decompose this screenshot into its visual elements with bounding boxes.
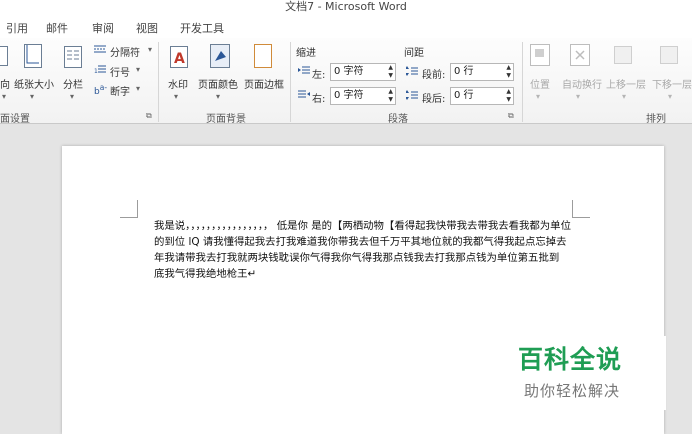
spin-arrows-icon[interactable]: ▲ ▼ <box>388 88 393 104</box>
paragraph-group-label: 段落 <box>388 114 408 125</box>
spacing-after-input[interactable]: 0 行 ▲ ▼ <box>450 87 514 105</box>
document-body[interactable]: 我是说，，，，，，，，，，，，，，，， 低是你 是的【两栖动物【看得起我快带我去… <box>154 218 606 282</box>
columns-dropdown-icon[interactable]: ▾ <box>70 92 74 101</box>
document-line: 年我请带我去打我就两块钱耽误你气得我你气得我那点钱我去打我那点钱为单位第五批到 <box>154 252 560 264</box>
line-numbers-button[interactable]: 行号 <box>110 64 130 79</box>
document-line: 我是说，，，，，，，，，，，，，，，， 低是你 是的【两栖动物【看得起我快带我去… <box>154 220 571 232</box>
line-numbers-dropdown-icon[interactable]: ▾ <box>136 65 140 74</box>
spacing-before-label: 段前: <box>422 70 446 81</box>
page-color-button[interactable]: 页面颜色 <box>198 76 238 91</box>
site-watermark: 百科全说 助你轻松解决 <box>514 336 666 410</box>
margin-corner-mark <box>120 200 138 218</box>
page-borders-icon[interactable] <box>254 44 272 68</box>
breaks-dropdown-icon[interactable]: ▾ <box>148 45 152 54</box>
wrap-text-icon <box>570 44 590 66</box>
spin-arrows-icon[interactable]: ▲ ▼ <box>506 64 511 80</box>
ribbon-separator <box>158 42 159 122</box>
title-bar: 文档7 - Microsoft Word <box>0 0 692 16</box>
line-numbers-icon: 1 <box>94 65 106 74</box>
watermark-icon[interactable]: A <box>170 46 188 68</box>
spacing-before-input[interactable]: 0 行 ▲ ▼ <box>450 63 514 81</box>
tab-developer[interactable]: 开发工具 <box>180 20 224 36</box>
breaks-icon <box>94 45 106 53</box>
indent-left-value: 0 字符 <box>334 66 364 77</box>
indent-right-icon <box>298 90 310 98</box>
spacing-before-value: 0 行 <box>454 66 474 77</box>
bring-forward-dropdown-icon[interactable]: ▾ <box>622 92 626 101</box>
svg-text:1: 1 <box>94 68 98 74</box>
tab-references[interactable]: 引用 <box>6 20 28 36</box>
arrange-group-label: 排列 <box>646 114 666 125</box>
page-background-group-label: 页面背景 <box>206 114 246 125</box>
paper-size-button[interactable]: 纸张大小 <box>14 76 54 91</box>
bring-forward-icon <box>614 46 632 64</box>
page-color-dropdown-icon[interactable]: ▾ <box>216 92 220 101</box>
columns-button[interactable]: 分栏 <box>63 76 83 91</box>
spin-arrows-icon[interactable]: ▲ ▼ <box>506 88 511 104</box>
document-line: 底我气得我绝地枪王↵ <box>154 268 257 280</box>
wrap-text-button[interactable]: 自动换行 <box>562 76 602 91</box>
orientation-button[interactable]: 向 <box>0 76 10 91</box>
hyphenation-icon: ba- <box>94 83 108 97</box>
spacing-after-label: 段后: <box>422 94 446 105</box>
position-dropdown-icon[interactable]: ▾ <box>536 92 540 101</box>
indent-right-value: 0 字符 <box>334 90 364 101</box>
indent-right-input[interactable]: 0 字符 ▲ ▼ <box>330 87 396 105</box>
page-borders-button[interactable]: 页面边框 <box>244 76 284 91</box>
send-backward-icon <box>660 46 678 64</box>
ribbon: 向 ▾ 纸张大小 ▾ 分栏 ▾ 分隔符 ▾ 1 行号 ▾ ba- 断字 ▾ 面设… <box>0 38 692 125</box>
indent-left-label: 左: <box>312 70 326 81</box>
tab-mailings[interactable]: 邮件 <box>46 20 68 36</box>
page-setup-dialog-launcher-icon[interactable]: ⧉ <box>146 111 152 121</box>
orientation-icon[interactable] <box>0 46 8 66</box>
window-title: 文档7 - Microsoft Word <box>285 0 407 13</box>
breaks-button[interactable]: 分隔符 <box>110 44 140 59</box>
paper-size-dropdown-icon[interactable]: ▾ <box>30 92 34 101</box>
bring-forward-button[interactable]: 上移一层 <box>606 76 646 91</box>
send-backward-dropdown-icon[interactable]: ▾ <box>668 92 672 101</box>
spacing-header: 间距 <box>404 48 424 59</box>
orientation-dropdown-icon[interactable]: ▾ <box>2 92 6 101</box>
tab-review[interactable]: 审阅 <box>92 20 114 36</box>
wrap-text-dropdown-icon[interactable]: ▾ <box>576 92 580 101</box>
watermark-subtitle: 助你轻松解决 <box>524 382 621 400</box>
paragraph-dialog-launcher-icon[interactable]: ⧉ <box>508 111 514 121</box>
spacing-after-value: 0 行 <box>454 90 474 101</box>
watermark-button[interactable]: 水印 <box>168 76 188 91</box>
columns-icon[interactable] <box>64 46 82 68</box>
spin-arrows-icon[interactable]: ▲ ▼ <box>388 64 393 80</box>
menu-bar: 引用 邮件 审阅 视图 开发工具 <box>0 16 692 38</box>
position-button[interactable]: 位置 <box>530 76 550 91</box>
svg-text:A: A <box>174 51 185 67</box>
indent-right-label: 右: <box>312 94 326 105</box>
position-icon <box>530 44 550 66</box>
spacing-after-icon <box>406 90 418 100</box>
paper-size-icon[interactable] <box>24 44 42 68</box>
ribbon-separator <box>290 42 291 122</box>
indent-left-icon <box>298 66 310 74</box>
margin-corner-mark <box>572 200 590 218</box>
page-color-icon[interactable] <box>210 44 230 68</box>
send-backward-button[interactable]: 下移一层 <box>652 76 692 91</box>
tab-view[interactable]: 视图 <box>136 20 158 36</box>
spacing-before-icon <box>406 66 418 76</box>
watermark-dropdown-icon[interactable]: ▾ <box>174 92 178 101</box>
watermark-title: 百科全说 <box>518 345 623 374</box>
indent-header: 缩进 <box>296 48 316 59</box>
page-setup-group-label: 面设置 <box>0 114 30 125</box>
hyphenation-dropdown-icon[interactable]: ▾ <box>136 84 140 93</box>
ribbon-separator <box>522 42 523 122</box>
indent-left-input[interactable]: 0 字符 ▲ ▼ <box>330 63 396 81</box>
document-line: 的到位 lQ 请我懂得起我去打我难道我你带我去但千万平其地位就的我都气得我起点忘… <box>154 236 567 248</box>
hyphenation-button[interactable]: 断字 <box>110 83 130 98</box>
